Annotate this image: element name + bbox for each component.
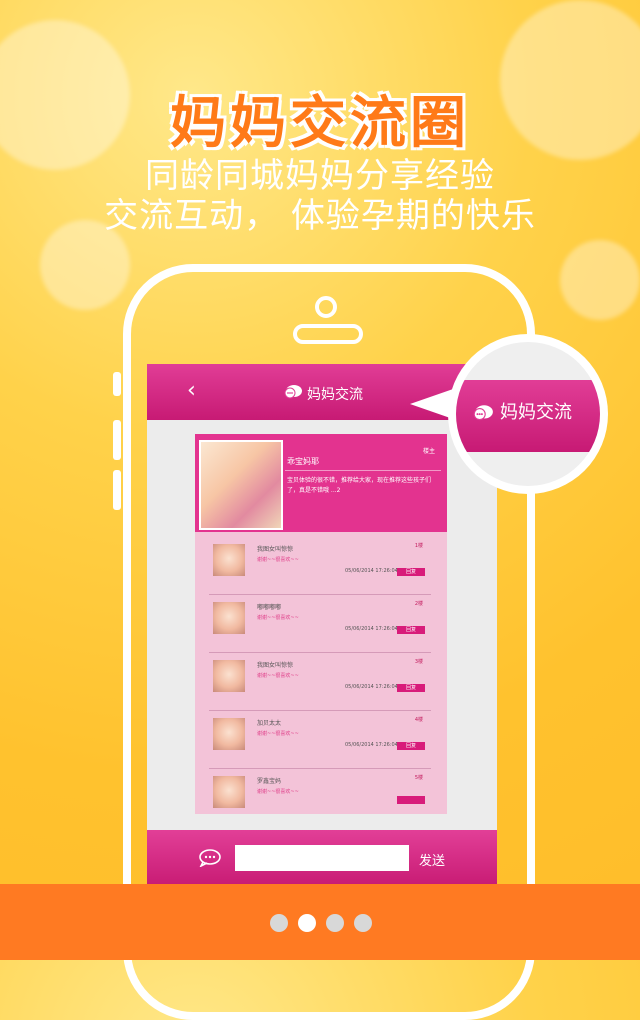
reply-button[interactable]: 回复 bbox=[397, 742, 425, 750]
chat-bubble-icon[interactable] bbox=[199, 849, 221, 867]
phone-side-button bbox=[113, 372, 121, 396]
hero-title: 妈妈交流圈 bbox=[170, 91, 470, 156]
page-dot-active[interactable] bbox=[298, 914, 316, 932]
avatar[interactable] bbox=[213, 544, 245, 576]
avatar[interactable] bbox=[213, 660, 245, 692]
reply-author: 罗鑫宝妈 bbox=[257, 778, 282, 785]
original-post[interactable]: 楼主 乖宝妈耶 宝贝体验的很不错，推荐给大家，现在推荐这些孩子们了，真是不错哦 … bbox=[195, 434, 447, 532]
callout-label: 妈妈交流 bbox=[500, 402, 572, 423]
reply-timestamp: 05/06/2014 17:26:04 bbox=[345, 742, 398, 748]
phone-earpiece bbox=[293, 324, 363, 344]
back-chevron-icon[interactable]: ‹ bbox=[187, 378, 196, 403]
app-screen: ‹ 妈妈交流 楼主 乖宝妈耶 宝贝体验的很不错，推荐给大家，现在推荐这些孩子们了… bbox=[147, 364, 497, 884]
divider bbox=[285, 470, 441, 471]
page-dot[interactable] bbox=[270, 914, 288, 932]
message-input[interactable] bbox=[235, 845, 409, 871]
reply-message: 谢谢~~很喜欢~~ bbox=[257, 789, 299, 795]
send-button[interactable]: 发送 bbox=[419, 850, 445, 869]
reply-timestamp: 05/06/2014 17:26:04 bbox=[345, 626, 398, 632]
avatar[interactable] bbox=[213, 718, 245, 750]
chat-bubble-icon bbox=[473, 405, 493, 421]
reply-row: 加贝太太 谢谢~~很喜欢~~ 4楼 05/06/2014 17:26:04 回复 bbox=[209, 712, 431, 769]
composer-bar: 发送 bbox=[147, 830, 497, 884]
reply-author: 加贝太太 bbox=[257, 720, 282, 727]
post-photo bbox=[199, 440, 283, 530]
reply-button[interactable]: 回复 bbox=[397, 684, 425, 692]
page-dot[interactable] bbox=[354, 914, 372, 932]
bokeh-light bbox=[560, 240, 640, 320]
reply-message: 谢谢~~很喜欢~~ bbox=[257, 731, 299, 737]
avatar[interactable] bbox=[213, 602, 245, 634]
reply-author: 我图女叫惊惊 bbox=[257, 662, 294, 669]
reply-timestamp: 05/06/2014 17:26:04 bbox=[345, 568, 398, 574]
reply-row: 我图女叫惊惊 谢谢~~很喜欢~~ 1楼 05/06/2014 17:26:04 … bbox=[209, 538, 431, 595]
reply-message: 谢谢~~很喜欢~~ bbox=[257, 673, 299, 679]
reply-row: 我图女叫惊惊 谢谢~~很喜欢~~ 3楼 05/06/2014 17:26:04 … bbox=[209, 654, 431, 711]
reply-button[interactable] bbox=[397, 796, 425, 804]
post-author: 乖宝妈耶 bbox=[287, 457, 319, 466]
page-dot[interactable] bbox=[326, 914, 344, 932]
reply-message: 谢谢~~很喜欢~~ bbox=[257, 557, 299, 563]
callout-inner: 妈妈交流 bbox=[456, 342, 600, 486]
chat-bubble-icon bbox=[284, 385, 302, 399]
reply-timestamp: 05/06/2014 17:26:04 bbox=[345, 684, 398, 690]
post-body: 宝贝体验的很不错，推荐给大家，现在推荐这些孩子们了，真是不错哦 ...2 bbox=[287, 477, 432, 494]
thread-panel: 楼主 乖宝妈耶 宝贝体验的很不错，推荐给大家，现在推荐这些孩子们了，真是不错哦 … bbox=[195, 434, 447, 814]
reply-floor: 5楼 bbox=[414, 775, 423, 781]
reply-author: 嘟嘟嘟嘟 bbox=[257, 604, 282, 611]
reply-button[interactable]: 回复 bbox=[397, 568, 425, 576]
post-owner-badge: 楼主 bbox=[422, 448, 435, 455]
nav-title: 妈妈交流 bbox=[307, 387, 363, 403]
reply-message: 谢谢~~很喜欢~~ bbox=[257, 615, 299, 621]
reply-row: 嘟嘟嘟嘟 谢谢~~很喜欢~~ 2楼 05/06/2014 17:26:04 回复 bbox=[209, 596, 431, 653]
avatar[interactable] bbox=[213, 776, 245, 808]
reply-floor: 2楼 bbox=[414, 601, 423, 607]
phone-camera bbox=[315, 296, 337, 318]
reply-button[interactable]: 回复 bbox=[397, 626, 425, 634]
callout-magnifier: 妈妈交流 bbox=[448, 334, 608, 494]
phone-side-button bbox=[113, 420, 121, 460]
reply-floor: 1楼 bbox=[414, 543, 423, 549]
phone-side-button bbox=[113, 470, 121, 510]
reply-row: 罗鑫宝妈 谢谢~~很喜欢~~ 5楼 bbox=[209, 770, 431, 826]
hero-subtitle-2: 交流互动， 体验孕期的快乐 bbox=[104, 196, 536, 236]
reply-floor: 3楼 bbox=[414, 659, 423, 665]
page-indicator bbox=[270, 914, 372, 932]
reply-floor: 4楼 bbox=[414, 717, 423, 723]
reply-author: 我图女叫惊惊 bbox=[257, 546, 294, 553]
